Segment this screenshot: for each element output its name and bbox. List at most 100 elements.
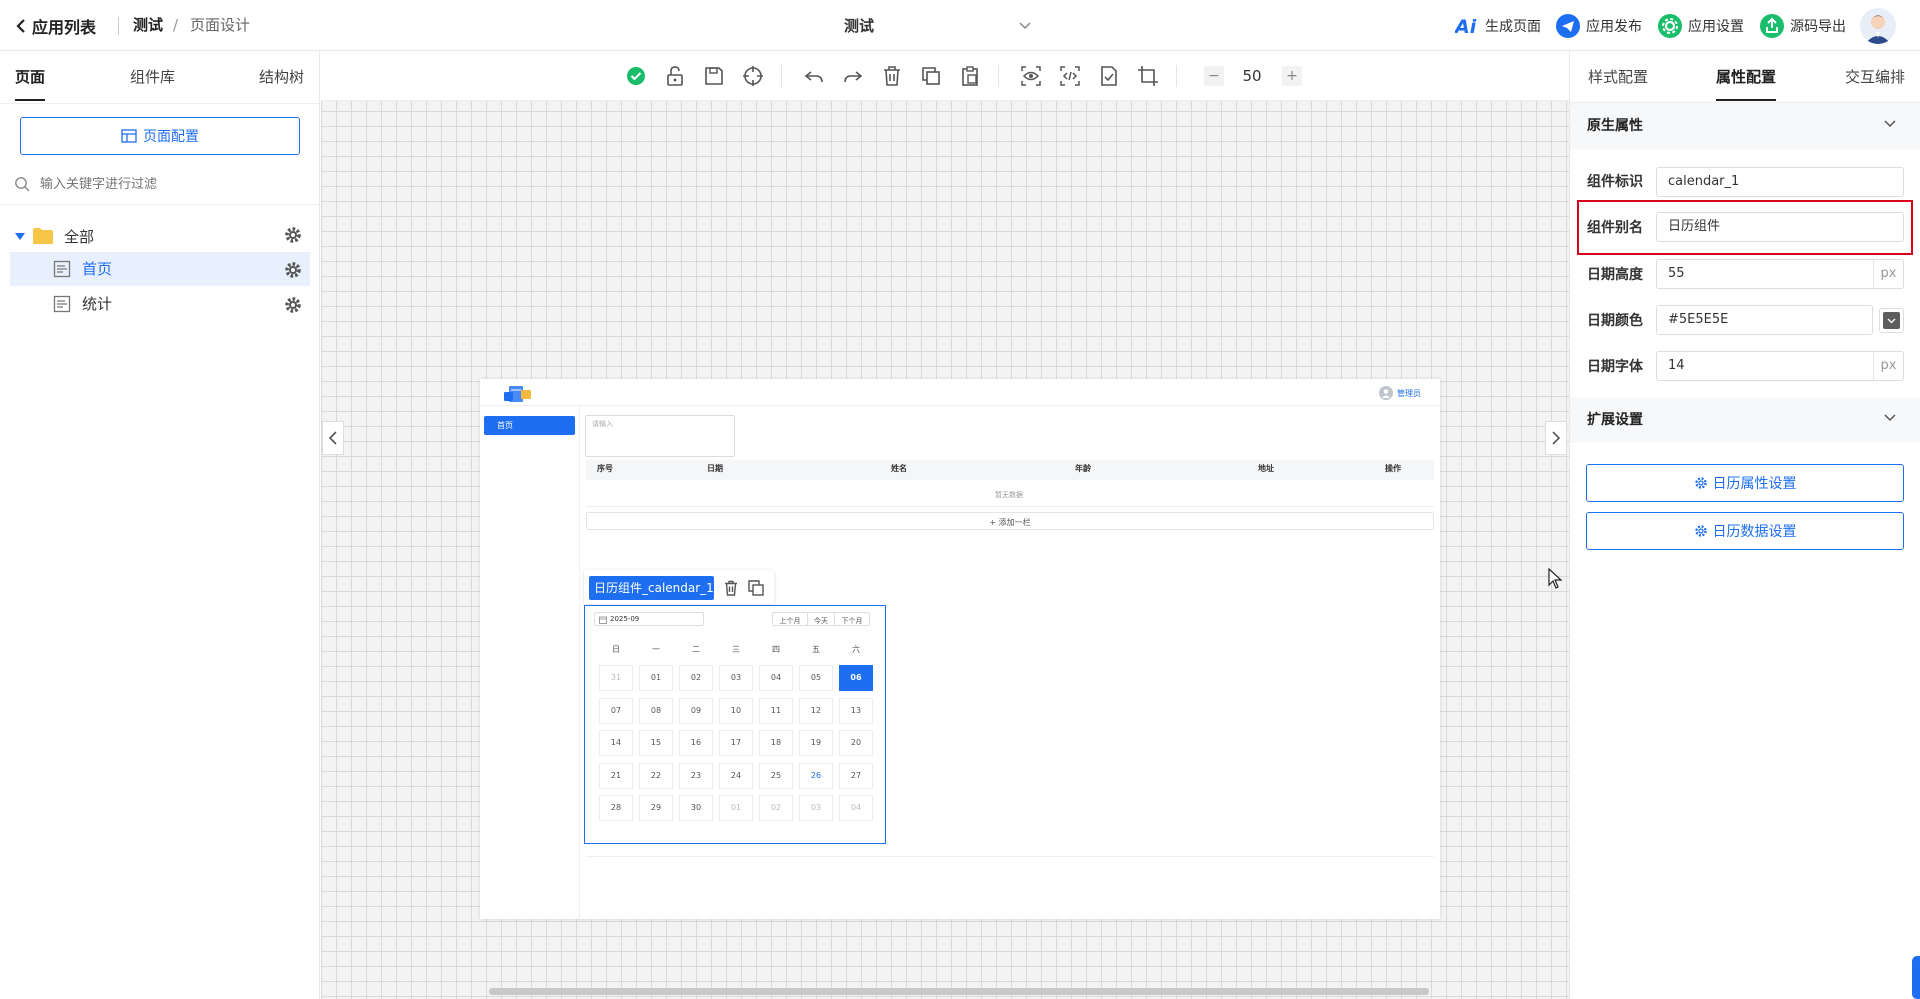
calendar-day-cell[interactable]: 09 <box>679 697 713 724</box>
floating-handle[interactable] <box>1912 956 1920 999</box>
page-config-button[interactable]: 页面配置 <box>20 117 300 155</box>
preview-user[interactable]: 管理员 <box>1379 386 1421 400</box>
calendar-day-cell[interactable]: 20 <box>839 730 873 756</box>
tab-style-config[interactable]: 样式配置 <box>1588 63 1648 91</box>
calendar-day-cell[interactable]: 16 <box>679 730 713 756</box>
filter-input-wrapper[interactable] <box>14 169 314 199</box>
export-source-button[interactable]: 源码导出 <box>1760 0 1846 51</box>
zoom-out-button[interactable]: − <box>1204 66 1224 86</box>
date-height-input[interactable]: 55 px <box>1656 259 1904 289</box>
canvas-next-button[interactable] <box>1545 421 1567 455</box>
save-icon[interactable] <box>702 64 726 88</box>
trash-icon[interactable] <box>722 579 740 597</box>
calendar-day-cell[interactable]: 08 <box>639 697 673 724</box>
preview-menu-item-home[interactable]: 首页 <box>484 416 575 435</box>
canvas-prev-button[interactable] <box>322 421 344 455</box>
calendar-day-cell[interactable]: 21 <box>599 762 633 789</box>
copy-icon[interactable] <box>919 64 943 88</box>
publish-app-button[interactable]: 应用发布 <box>1556 0 1642 51</box>
tree-root[interactable]: 全部 <box>14 221 310 251</box>
calendar-day-cell[interactable]: 07 <box>599 697 633 724</box>
calendar-day-cell[interactable]: 29 <box>639 795 673 821</box>
section-native-header[interactable]: 原生属性 <box>1570 103 1920 149</box>
undo-icon[interactable] <box>802 64 826 88</box>
calendar-day-cell[interactable]: 14 <box>599 730 633 756</box>
app-title-dropdown[interactable]: 测试 <box>844 0 1032 51</box>
generate-page-button[interactable]: Ai 生成页面 <box>1455 0 1541 51</box>
gear-icon[interactable] <box>284 226 302 244</box>
calendar-day-cell[interactable]: 25 <box>759 762 793 789</box>
trash-icon[interactable] <box>880 64 904 88</box>
crop-icon[interactable] <box>1136 64 1160 88</box>
calendar-props-button[interactable]: 日历属性设置 <box>1586 464 1904 502</box>
zoom-in-button[interactable]: + <box>1282 66 1302 86</box>
avatar[interactable] <box>1860 8 1896 44</box>
calendar-day-cell[interactable]: 27 <box>839 762 873 789</box>
calendar-day-cell[interactable]: 18 <box>759 730 793 756</box>
calendar-day-cell[interactable]: 19 <box>799 730 833 756</box>
calendar-day-cell[interactable]: 06 <box>839 665 873 691</box>
calendar-day-cell[interactable]: 22 <box>639 762 673 789</box>
calendar-next-month-button[interactable]: 下个月 <box>834 612 870 626</box>
calendar-day-cell[interactable]: 02 <box>679 665 713 691</box>
calendar-day-cell[interactable]: 31 <box>599 665 633 691</box>
calendar-day-cell[interactable]: 13 <box>839 697 873 724</box>
preview-icon[interactable] <box>1019 64 1043 88</box>
unlock-icon[interactable] <box>663 64 687 88</box>
component-tag[interactable]: 日历组件_calendar_1 <box>589 576 714 600</box>
calendar-day-cell[interactable]: 26 <box>799 762 833 789</box>
calendar-prev-month-button[interactable]: 上个月 <box>772 612 808 626</box>
calendar-day-cell[interactable]: 03 <box>719 665 753 691</box>
calendar-day-cell[interactable]: 01 <box>719 795 753 821</box>
tab-property-config[interactable]: 属性配置 <box>1716 63 1776 91</box>
calendar-day-cell[interactable]: 01 <box>639 665 673 691</box>
component-id-input[interactable]: calendar_1 <box>1656 167 1904 197</box>
calendar-data-button[interactable]: 日历数据设置 <box>1586 512 1904 550</box>
copy-icon[interactable] <box>747 579 765 597</box>
date-color-input[interactable]: #5E5E5E <box>1656 305 1873 335</box>
tab-interaction[interactable]: 交互编排 <box>1845 63 1905 91</box>
paste-icon[interactable] <box>958 64 982 88</box>
calendar-day-cell[interactable]: 17 <box>719 730 753 756</box>
calendar-day-cell[interactable]: 04 <box>759 665 793 691</box>
calendar-day-cell[interactable]: 02 <box>759 795 793 821</box>
component-alias-input[interactable]: 日历组件 <box>1656 212 1904 242</box>
app-settings-button[interactable]: 应用设置 <box>1658 0 1744 51</box>
calendar-day-cell[interactable]: 04 <box>839 795 873 821</box>
calendar-day-cell[interactable]: 05 <box>799 665 833 691</box>
calendar-month-picker[interactable]: 2025-09 <box>594 612 704 626</box>
calendar-day-cell[interactable]: 11 <box>759 697 793 724</box>
calendar-component[interactable]: 2025-09 上个月 今天 下个月 日一二三四五六 31 01 02 03 04 05 0… <box>584 605 886 844</box>
gear-icon[interactable] <box>284 296 302 314</box>
calendar-day-cell[interactable]: 24 <box>719 762 753 789</box>
date-font-input[interactable]: 14 px <box>1656 351 1904 381</box>
back-button[interactable]: 应用列表 <box>14 14 96 38</box>
canvas-horizontal-scrollbar[interactable] <box>489 988 1429 995</box>
calendar-day-cell[interactable]: 10 <box>719 697 753 724</box>
divider <box>586 856 1434 857</box>
calendar-day-cell[interactable]: 30 <box>679 795 713 821</box>
redo-icon[interactable] <box>841 64 865 88</box>
calendar-day-cell[interactable]: 28 <box>599 795 633 821</box>
filter-input[interactable] <box>40 176 300 192</box>
calendar-day-cell[interactable]: 15 <box>639 730 673 756</box>
color-picker-button[interactable] <box>1879 308 1904 333</box>
calendar-day-cell[interactable]: 12 <box>799 697 833 724</box>
date-color-value: #5E5E5E <box>1668 312 1729 327</box>
calendar-today-button[interactable]: 今天 <box>807 612 835 626</box>
section-ext-header[interactable]: 扩展设置 <box>1570 397 1920 443</box>
check-circle-icon[interactable] <box>624 64 648 88</box>
gear-icon[interactable] <box>284 261 302 279</box>
crosshair-icon[interactable] <box>741 64 765 88</box>
tab-structure-tree[interactable]: 结构树 <box>259 63 304 91</box>
export-icon <box>1760 13 1784 38</box>
breadcrumb-app[interactable]: 测试 <box>133 0 163 51</box>
code-icon[interactable] <box>1058 64 1082 88</box>
tab-page[interactable]: 页面 <box>15 63 45 91</box>
document-check-icon[interactable] <box>1097 64 1121 88</box>
tab-component-library[interactable]: 组件库 <box>130 63 175 91</box>
calendar-day-cell[interactable]: 23 <box>679 762 713 789</box>
preview-textarea[interactable]: 请输入 <box>585 415 735 457</box>
add-row-button[interactable]: + 添加一栏 <box>586 512 1434 530</box>
calendar-day-cell[interactable]: 03 <box>799 795 833 821</box>
